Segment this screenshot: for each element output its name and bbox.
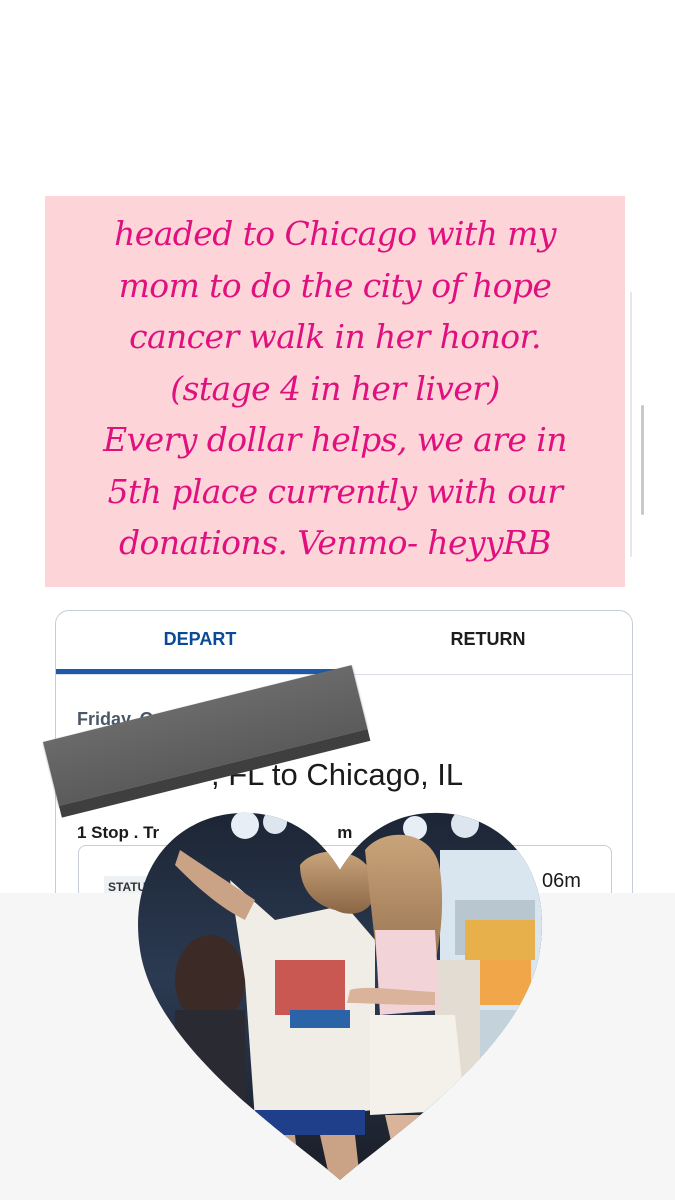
- screenshot-edge: [630, 292, 632, 557]
- heart-photo-sticker: [138, 812, 542, 1180]
- scrollbar[interactable]: [641, 405, 644, 515]
- flight-duration: 06m: [542, 870, 581, 892]
- caption-text: headed to Chicago with my mom to do the …: [103, 214, 567, 562]
- caption-sticker: headed to Chicago with my mom to do the …: [45, 196, 625, 587]
- tab-return[interactable]: RETURN: [344, 629, 632, 659]
- tab-depart[interactable]: DEPART: [56, 629, 344, 659]
- story-canvas: headed to Chicago with my mom to do the …: [0, 0, 675, 1200]
